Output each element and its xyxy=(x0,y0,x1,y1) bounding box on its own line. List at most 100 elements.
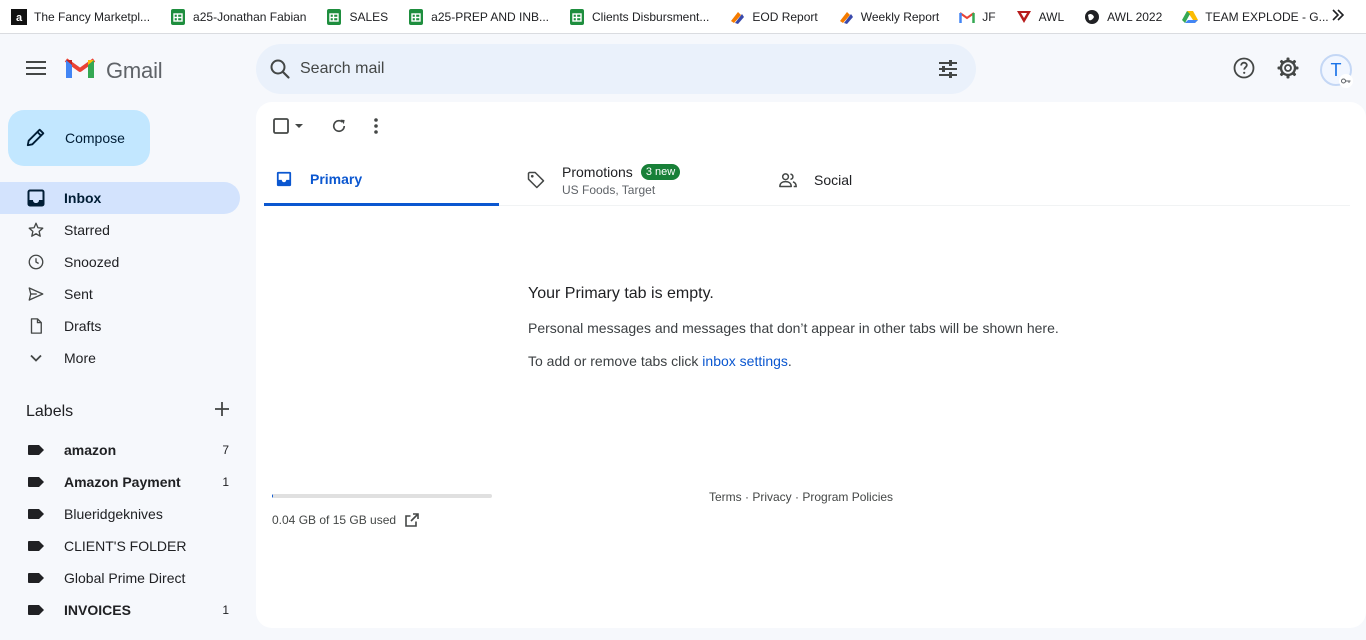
bookmark-awl-2022[interactable]: AWL 2022 xyxy=(1084,5,1162,29)
terms-link[interactable]: Terms xyxy=(709,490,742,504)
empty-state-description: Personal messages and messages that don’… xyxy=(528,320,1059,336)
bookmark-amazon[interactable]: a The Fancy Marketpl... xyxy=(11,5,150,29)
sheets-icon xyxy=(569,8,585,25)
sidebar-item-starred[interactable]: Starred xyxy=(0,214,240,246)
bookmark-team-explode[interactable]: TEAM EXPLODE - G... xyxy=(1182,5,1329,29)
bookmark-label: a25-PREP AND INB... xyxy=(431,9,549,24)
sidebar-item-label: Starred xyxy=(64,222,110,238)
empty-state: Your Primary tab is empty. Personal mess… xyxy=(528,285,1228,369)
send-icon xyxy=(26,284,46,304)
pencil-icon xyxy=(25,126,47,151)
select-checkbox[interactable] xyxy=(272,117,290,135)
sheets-icon xyxy=(326,8,342,25)
label-name: CLIENT'S FOLDER xyxy=(64,538,187,554)
gear-icon xyxy=(1276,56,1300,85)
bookmark-jf[interactable]: JF xyxy=(959,5,996,29)
label-item-invoices[interactable]: INVOICES 1 xyxy=(0,594,240,626)
label-tag-icon xyxy=(26,600,46,620)
search-options-icon[interactable] xyxy=(936,57,960,86)
bookmark-label: SALES xyxy=(349,9,389,24)
label-unread-count: 1 xyxy=(222,475,229,489)
tab-promotions[interactable]: Promotions 3 new US Foods, Target xyxy=(526,154,776,206)
tab-social[interactable]: Social xyxy=(778,154,1008,206)
product-name: Gmail xyxy=(106,57,163,83)
bookmark-awl[interactable]: AWL xyxy=(1016,5,1064,29)
hamburger-icon xyxy=(26,60,46,81)
compose-button[interactable]: Compose xyxy=(8,110,150,166)
hint-prefix: To add or remove tabs click xyxy=(528,353,703,369)
sidebar-item-more[interactable]: More xyxy=(0,342,240,374)
bookmark-clients-disbursment[interactable]: Clients Disbursment... xyxy=(569,5,709,29)
label-item-amazon-payment[interactable]: Amazon Payment 1 xyxy=(0,466,240,498)
inbox-settings-link[interactable]: inbox settings xyxy=(702,353,788,369)
create-label-button[interactable] xyxy=(212,401,232,421)
label-name: Amazon Payment xyxy=(64,474,181,490)
footer-separator: · xyxy=(791,490,803,504)
label-tag-icon xyxy=(26,504,46,524)
empty-state-title: Your Primary tab is empty. xyxy=(528,285,714,302)
privacy-link[interactable]: Privacy xyxy=(752,490,791,504)
sidebar-item-drafts[interactable]: Drafts xyxy=(0,310,240,342)
search-input[interactable] xyxy=(300,56,900,82)
bookmark-prep-and-inb[interactable]: a25-PREP AND INB... xyxy=(408,5,549,29)
bookmark-jonathan-fabian[interactable]: a25-Jonathan Fabian xyxy=(170,5,306,29)
new-count-badge: 3 new xyxy=(640,163,681,180)
sidebar-nav: Inbox Starred Snoozed Sent Drafts More xyxy=(0,182,256,374)
sidebar-item-inbox[interactable]: Inbox xyxy=(0,182,240,214)
globe-icon xyxy=(1084,9,1100,25)
storage-usage: 0.04 GB of 15 GB used xyxy=(272,494,492,528)
label-name: INVOICES xyxy=(64,602,131,618)
sheets-icon xyxy=(408,8,424,25)
bookmark-weekly-report[interactable]: Weekly Report xyxy=(838,5,939,29)
tab-primary[interactable]: Primary xyxy=(264,154,499,206)
empty-state-hint: To add or remove tabs click inbox settin… xyxy=(528,353,1228,369)
chevron-down-icon xyxy=(26,348,46,368)
label-name: Blueridgeknives xyxy=(64,506,163,522)
more-options-icon[interactable] xyxy=(374,118,378,134)
labels-list: amazon 7 Amazon Payment 1 Blueridgeknive… xyxy=(0,434,256,626)
help-icon xyxy=(1232,56,1256,85)
drive-icon xyxy=(1182,9,1199,25)
bookmark-sales[interactable]: SALES xyxy=(326,5,388,29)
bookmark-label: a25-Jonathan Fabian xyxy=(193,9,307,24)
sidebar-item-sent[interactable]: Sent xyxy=(0,278,240,310)
clock-icon xyxy=(26,252,46,272)
gmail-icon xyxy=(959,9,975,25)
awl-icon xyxy=(1016,9,1032,25)
label-item-global-prime-direct[interactable]: Global Prime Direct xyxy=(0,562,240,594)
hint-suffix: . xyxy=(787,353,792,369)
sidebar-item-label: Inbox xyxy=(64,190,102,206)
label-item-blueridgeknives[interactable]: Blueridgeknives xyxy=(0,498,240,530)
bookmark-label: The Fancy Marketpl... xyxy=(34,9,151,24)
label-name: Global Prime Direct xyxy=(64,570,186,586)
search-bar xyxy=(256,44,976,94)
gmail-logo[interactable]: Gmail xyxy=(64,56,163,85)
select-dropdown-icon[interactable] xyxy=(294,123,304,129)
label-tag-icon xyxy=(26,568,46,588)
label-tag-icon xyxy=(26,440,46,460)
label-name: amazon xyxy=(64,442,117,458)
label-item-amazon[interactable]: amazon 7 xyxy=(0,434,240,466)
label-unread-count: 1 xyxy=(222,603,229,617)
inbox-icon xyxy=(274,169,294,189)
search-icon[interactable] xyxy=(268,57,292,86)
sidebar-item-snoozed[interactable]: Snoozed xyxy=(0,246,240,278)
program-policies-link[interactable]: Program Policies xyxy=(802,490,893,504)
support-button[interactable] xyxy=(1224,50,1264,90)
label-item-clients-folder[interactable]: CLIENT'S FOLDER xyxy=(0,530,240,562)
bookmark-label: AWL 2022 xyxy=(1107,9,1163,24)
footer-separator: · xyxy=(741,490,753,504)
bookmark-eod-report[interactable]: EOD Report xyxy=(729,5,818,29)
labels-heading: Labels xyxy=(26,403,74,420)
inbox-icon xyxy=(26,188,46,208)
clickup-icon xyxy=(838,9,854,25)
refresh-icon[interactable] xyxy=(330,117,348,135)
sidebar-item-label: Sent xyxy=(64,286,93,302)
open-in-new-icon[interactable] xyxy=(404,512,420,528)
more-bookmarks-icon[interactable] xyxy=(1332,8,1345,24)
sidebar-item-label: Drafts xyxy=(64,318,102,334)
main-menu-button[interactable] xyxy=(16,50,56,90)
gmail-header: Gmail T xyxy=(0,38,1366,102)
settings-button[interactable] xyxy=(1268,50,1308,90)
label-tag-icon xyxy=(26,536,46,556)
